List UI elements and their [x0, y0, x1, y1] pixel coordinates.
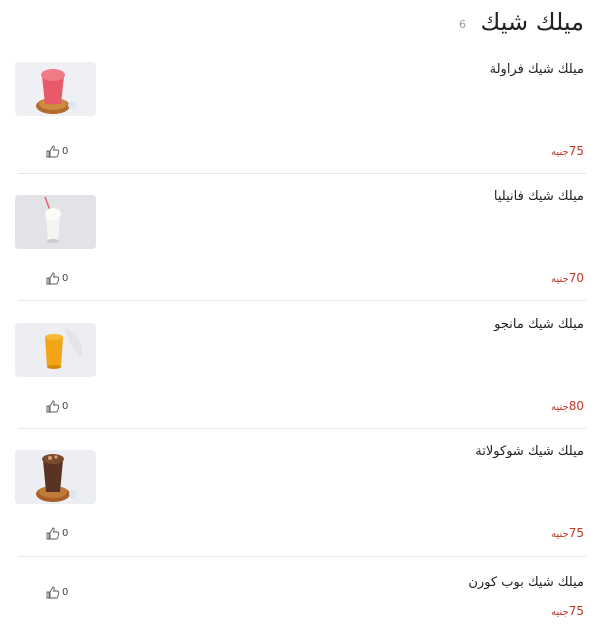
- currency-label: جنيه: [551, 147, 569, 158]
- item-name[interactable]: ميلك شيك مانجو: [494, 317, 584, 332]
- item-name[interactable]: ميلك شيك شوكولاتة: [475, 444, 584, 459]
- thumbs-up-icon: [46, 145, 60, 158]
- product-image[interactable]: [15, 195, 96, 249]
- divider: [18, 428, 586, 429]
- like-button[interactable]: 0: [46, 400, 68, 413]
- menu-item[interactable]: ميلك شيك مانجو 80جنيه 0: [14, 317, 586, 443]
- thumbs-up-icon: [46, 527, 60, 540]
- like-count: 0: [62, 401, 69, 412]
- price-value: 75: [568, 144, 584, 158]
- divider: [18, 173, 586, 174]
- menu-item[interactable]: ميلك شيك شوكولاتة 75جنيه 0: [14, 444, 586, 570]
- thumbs-up-icon: [46, 586, 60, 599]
- like-count: 0: [62, 146, 69, 157]
- currency-label: جنيه: [551, 274, 569, 285]
- product-image[interactable]: [15, 323, 96, 377]
- menu-item[interactable]: ميلك شيك فانيليا 70جنيه 0: [14, 189, 586, 315]
- like-count: 0: [62, 528, 69, 539]
- divider: [18, 300, 586, 301]
- item-price: 80جنيه: [551, 399, 584, 413]
- price-value: 70: [568, 271, 584, 285]
- menu-item[interactable]: ميلك شيك فراولة 75جنيه 0: [14, 62, 586, 188]
- price-value: 75: [568, 526, 584, 540]
- thumbs-up-icon: [46, 272, 60, 285]
- item-price: 75جنيه: [551, 526, 584, 540]
- item-name[interactable]: ميلك شيك فانيليا: [494, 189, 584, 204]
- thumbs-up-icon: [46, 400, 60, 413]
- item-name[interactable]: ميلك شيك بوب كورن: [468, 575, 584, 590]
- like-count: 0: [62, 273, 69, 284]
- like-button[interactable]: 0: [46, 527, 68, 540]
- item-price: 75جنيه: [551, 144, 584, 158]
- currency-label: جنيه: [551, 529, 569, 540]
- divider: [18, 556, 586, 557]
- like-button[interactable]: 0: [46, 145, 68, 158]
- item-price: 70جنيه: [551, 271, 584, 285]
- section-title: ميلك شيك: [480, 8, 584, 36]
- item-name[interactable]: ميلك شيك فراولة: [490, 62, 584, 77]
- item-count: 6: [459, 18, 466, 31]
- like-count: 0: [62, 587, 69, 598]
- product-image[interactable]: [15, 450, 96, 504]
- section-header: ميلك شيك 6: [18, 8, 584, 38]
- product-image[interactable]: [15, 62, 96, 116]
- currency-label: جنيه: [551, 607, 569, 618]
- price-value: 75: [568, 604, 584, 618]
- like-button[interactable]: 0: [46, 272, 68, 285]
- currency-label: جنيه: [551, 402, 569, 413]
- price-value: 80: [568, 399, 584, 413]
- item-price: 75جنيه: [551, 604, 584, 618]
- like-button[interactable]: 0: [46, 586, 68, 599]
- menu-item[interactable]: ميلك شيك بوب كورن 75جنيه 0: [14, 575, 586, 625]
